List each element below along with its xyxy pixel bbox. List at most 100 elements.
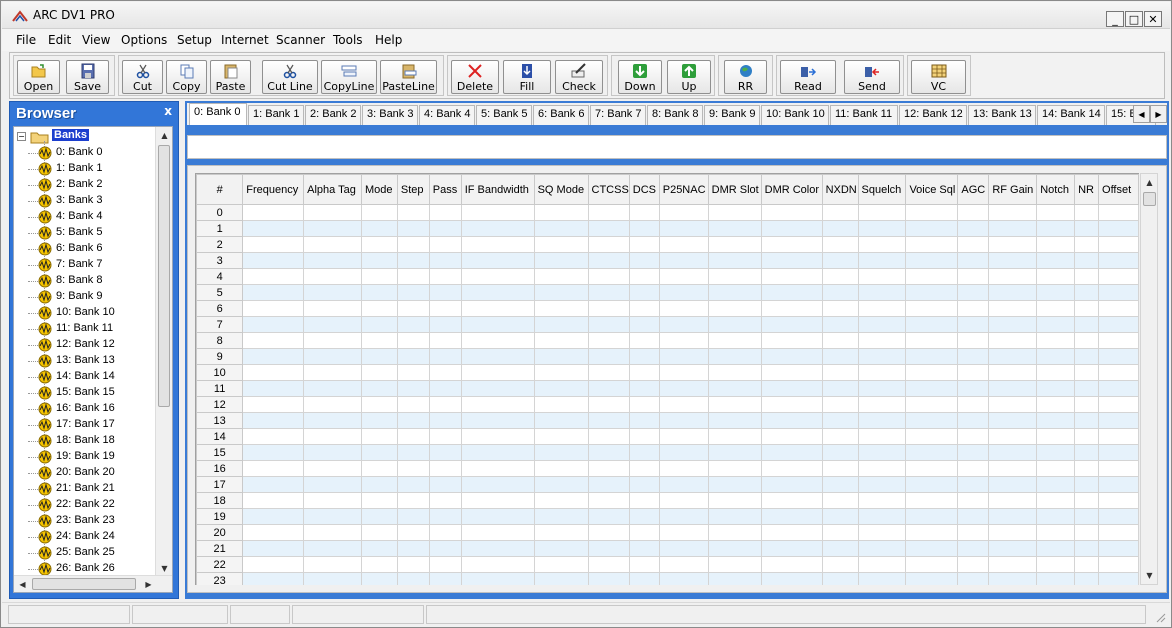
grid-cell[interactable] xyxy=(428,236,462,253)
row-number[interactable]: 18 xyxy=(196,492,244,509)
grid-cell[interactable] xyxy=(1098,300,1139,317)
grid-cell[interactable] xyxy=(587,540,630,557)
grid-cell[interactable] xyxy=(988,508,1038,525)
grid-cell[interactable] xyxy=(396,220,430,237)
grid-cell[interactable] xyxy=(957,284,990,301)
grid-cell[interactable] xyxy=(1074,236,1100,253)
menu-help[interactable]: Help xyxy=(375,33,402,47)
grid-cell[interactable] xyxy=(821,204,859,221)
tree-item-bank[interactable]: 5: Bank 5 xyxy=(14,225,154,241)
grid-cell[interactable] xyxy=(361,316,398,333)
tree-item-bank[interactable]: 24: Bank 24 xyxy=(14,529,154,545)
grid-cell[interactable] xyxy=(242,300,305,317)
grid-cell[interactable] xyxy=(957,380,990,397)
grid-cell[interactable] xyxy=(628,444,660,461)
grid-cell[interactable] xyxy=(303,444,363,461)
grid-cell[interactable] xyxy=(428,252,462,269)
grid-cell[interactable] xyxy=(460,316,535,333)
row-number[interactable]: 19 xyxy=(196,508,244,525)
grid-cell[interactable] xyxy=(1074,476,1100,493)
grid-cell[interactable] xyxy=(760,444,823,461)
grid-cell[interactable] xyxy=(361,364,398,381)
grid-cell[interactable] xyxy=(628,524,660,541)
grid-cell[interactable] xyxy=(1074,540,1100,557)
grid-cell[interactable] xyxy=(242,540,305,557)
grid-cell[interactable] xyxy=(628,364,660,381)
grid-cell[interactable] xyxy=(905,364,959,381)
grid-cell[interactable] xyxy=(396,236,430,253)
scroll-right-icon[interactable]: ▶ xyxy=(140,576,157,592)
column-header[interactable]: Alpha Tag xyxy=(303,174,363,205)
grid-cell[interactable] xyxy=(957,300,990,317)
grid-cell[interactable] xyxy=(1098,460,1139,477)
grid-cell[interactable] xyxy=(1098,572,1139,585)
tree-vertical-scrollbar[interactable]: ▲ ▼ xyxy=(155,127,172,577)
grid-cell[interactable] xyxy=(396,380,430,397)
grid-cell[interactable] xyxy=(428,332,462,349)
tab-scroll-left-icon[interactable]: ◀ xyxy=(1133,105,1150,123)
grid-cell[interactable] xyxy=(396,364,430,381)
grid-cell[interactable] xyxy=(628,204,660,221)
grid-cell[interactable] xyxy=(396,268,430,285)
grid-cell[interactable] xyxy=(707,492,762,509)
tab-bank[interactable]: 8: Bank 8 xyxy=(647,105,703,125)
grid-cell[interactable] xyxy=(428,428,462,445)
grid-cell[interactable] xyxy=(707,252,762,269)
grid-cell[interactable] xyxy=(242,556,305,573)
grid-cell[interactable] xyxy=(988,268,1038,285)
grid-cell[interactable] xyxy=(857,284,907,301)
tab-scroll-right-icon[interactable]: ▶ xyxy=(1150,105,1167,123)
grid-cell[interactable] xyxy=(428,204,462,221)
grid-cell[interactable] xyxy=(821,284,859,301)
grid-cell[interactable] xyxy=(460,204,535,221)
grid-cell[interactable] xyxy=(1036,380,1076,397)
grid-cell[interactable] xyxy=(396,540,430,557)
grid-cell[interactable] xyxy=(361,284,398,301)
grid-cell[interactable] xyxy=(760,524,823,541)
grid-cell[interactable] xyxy=(361,460,398,477)
grid-cell[interactable] xyxy=(857,332,907,349)
grid-cell[interactable] xyxy=(587,252,630,269)
grid-cell[interactable] xyxy=(905,572,959,585)
grid-cell[interactable] xyxy=(957,524,990,541)
grid-cell[interactable] xyxy=(821,316,859,333)
grid-cell[interactable] xyxy=(460,460,535,477)
grid-cell[interactable] xyxy=(361,300,398,317)
grid-cell[interactable] xyxy=(303,460,363,477)
tree-item-bank[interactable]: 21: Bank 21 xyxy=(14,481,154,497)
grid-cell[interactable] xyxy=(303,236,363,253)
grid-cell[interactable] xyxy=(533,252,589,269)
grid-cell[interactable] xyxy=(533,220,589,237)
grid-cell[interactable] xyxy=(396,492,430,509)
column-header[interactable]: Voice Sql xyxy=(905,174,959,205)
grid-cell[interactable] xyxy=(587,508,630,525)
grid-cell[interactable] xyxy=(957,348,990,365)
grid-cell[interactable] xyxy=(707,284,762,301)
grid-cell[interactable] xyxy=(1074,444,1100,461)
grid-cell[interactable] xyxy=(905,380,959,397)
grid-cell[interactable] xyxy=(242,380,305,397)
grid-cell[interactable] xyxy=(821,508,859,525)
tab-bank[interactable]: 12: Bank 12 xyxy=(899,105,967,125)
grid-cell[interactable] xyxy=(988,380,1038,397)
grid-cell[interactable] xyxy=(707,444,762,461)
grid-cell[interactable] xyxy=(460,300,535,317)
grid-cell[interactable] xyxy=(533,412,589,429)
grid-cell[interactable] xyxy=(707,508,762,525)
grid-cell[interactable] xyxy=(428,556,462,573)
row-number[interactable]: 15 xyxy=(196,444,244,461)
menu-setup[interactable]: Setup xyxy=(177,33,212,47)
grid-cell[interactable] xyxy=(361,492,398,509)
grid-cell[interactable] xyxy=(760,332,823,349)
grid-cell[interactable] xyxy=(658,460,709,477)
grid-cell[interactable] xyxy=(760,428,823,445)
grid-cell[interactable] xyxy=(905,460,959,477)
menu-edit[interactable]: Edit xyxy=(48,33,71,47)
grid-vertical-scrollbar[interactable]: ▲ ▼ xyxy=(1140,173,1158,585)
tab-bank[interactable]: 10: Bank 10 xyxy=(761,105,829,125)
grid-cell[interactable] xyxy=(460,556,535,573)
grid-cell[interactable] xyxy=(587,236,630,253)
grid-cell[interactable] xyxy=(760,572,823,585)
grid-cell[interactable] xyxy=(658,412,709,429)
grid-cell[interactable] xyxy=(1098,236,1139,253)
